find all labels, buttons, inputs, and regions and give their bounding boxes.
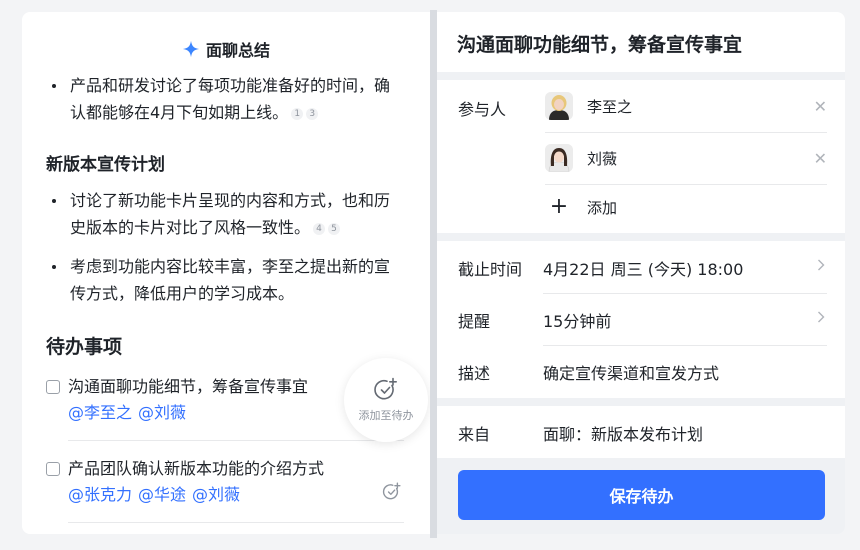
add-to-todo-label: 添加至待办: [358, 409, 414, 422]
avatar: [545, 144, 573, 172]
section-heading: 新版本宣传计划: [46, 155, 165, 175]
todo-text: 沟通面聊功能细节，筹备宣传事宜: [68, 377, 309, 396]
source-row: 来自 面聊：新版本发布计划: [437, 406, 845, 458]
participant-name: 刘薇: [587, 149, 618, 168]
avatar: [545, 92, 573, 120]
divider: [68, 522, 404, 523]
mention-link[interactable]: @李至之: [68, 403, 132, 422]
todo-fields-section: 截止时间 4月22日 周三 (今天) 18:00 提醒 15分钟前 描述 确定宣…: [437, 241, 845, 398]
deadline-value: 4月22日 周三 (今天) 18:00: [543, 260, 744, 279]
mention-link[interactable]: @张克力: [68, 485, 132, 504]
summary-bullet: 讨论了新功能卡片呈现的内容和方式，也和历史版本的卡片对比了风格一致性。 4 5: [46, 187, 396, 241]
reference-badge[interactable]: 3: [306, 108, 319, 120]
add-to-todo-button[interactable]: [382, 482, 402, 506]
todo-detail-title: 沟通面聊功能细节，筹备宣传事宜: [437, 12, 845, 72]
close-icon[interactable]: ✕: [814, 97, 827, 116]
remind-value: 15分钟前: [543, 312, 612, 331]
description-label: 描述: [458, 364, 491, 383]
deadline-row[interactable]: 截止时间 4月22日 周三 (今天) 18:00: [437, 241, 845, 293]
add-participant-button[interactable]: + 添加: [545, 196, 617, 218]
participant-row: 李至之 ✕: [545, 80, 827, 132]
divider: [68, 440, 404, 441]
panel-divider: [430, 10, 437, 538]
divider: [545, 184, 827, 185]
description-value: 确定宣传渠道和宣发方式: [543, 364, 720, 383]
todo-item: 产品团队确认新版本功能的介绍方式 @张克力 @华途 @刘薇: [46, 456, 406, 508]
summary-bullet: 产品和研发讨论了每项功能准备好的时间，确认都能够在4月下旬如期上线。 1 3: [46, 72, 396, 126]
source-label: 来自: [458, 425, 491, 444]
todo-checkbox[interactable]: [46, 380, 60, 394]
remind-label: 提醒: [458, 312, 491, 331]
reference-badge[interactable]: 1: [291, 108, 304, 120]
sparkle-icon: [182, 40, 200, 58]
summary-title: 面聊总结: [205, 41, 270, 60]
participants-section: 参与人 李至之 ✕ 刘薇 ✕ + 添加: [437, 80, 845, 233]
add-participant-label: 添加: [587, 198, 618, 217]
deadline-label: 截止时间: [458, 260, 523, 279]
summary-header: 面聊总结: [22, 34, 430, 64]
reference-badge[interactable]: 4: [313, 223, 326, 235]
reference-badge[interactable]: 5: [328, 223, 341, 235]
participant-name: 李至之: [587, 97, 633, 116]
todo-add-icon: [374, 377, 397, 400]
source-value[interactable]: 面聊：新版本发布计划: [543, 421, 703, 445]
mention-link[interactable]: @刘薇: [138, 403, 186, 422]
meeting-summary-card: 面聊总结 产品和研发讨论了每项功能准备好的时间，确认都能够在4月下旬如期上线。 1…: [22, 12, 430, 534]
participants-label: 参与人: [458, 100, 507, 119]
chevron-right-icon: [818, 311, 825, 323]
todo-detail-panel: 沟通面聊功能细节，筹备宣传事宜 参与人 李至之 ✕ 刘薇 ✕ + 添加 截止时间…: [437, 12, 845, 534]
todo-add-icon: [382, 482, 401, 500]
plus-icon: +: [549, 194, 569, 219]
summary-bullet: 考虑到功能内容比较丰富，李至之提出新的宣传方式，降低用户的学习成本。: [46, 253, 396, 307]
todo-mentions: @张克力 @华途 @刘薇: [46, 482, 406, 508]
mention-link[interactable]: @华途: [138, 485, 186, 504]
participant-row: 刘薇 ✕: [545, 132, 827, 184]
todo-section-title: 待办事项: [46, 336, 123, 358]
todo-text: 产品团队确认新版本功能的介绍方式: [68, 459, 325, 478]
description-row[interactable]: 描述 确定宣传渠道和宣发方式: [437, 345, 845, 397]
save-todo-button[interactable]: 保存待办: [458, 470, 825, 520]
mention-link[interactable]: @刘薇: [192, 485, 240, 504]
close-icon[interactable]: ✕: [814, 149, 827, 168]
remind-row[interactable]: 提醒 15分钟前: [437, 293, 845, 345]
source-section: 来自 面聊：新版本发布计划: [437, 406, 845, 458]
todo-checkbox[interactable]: [46, 462, 60, 476]
add-to-todo-button[interactable]: 添加至待办: [344, 358, 428, 442]
chevron-right-icon: [818, 259, 825, 271]
